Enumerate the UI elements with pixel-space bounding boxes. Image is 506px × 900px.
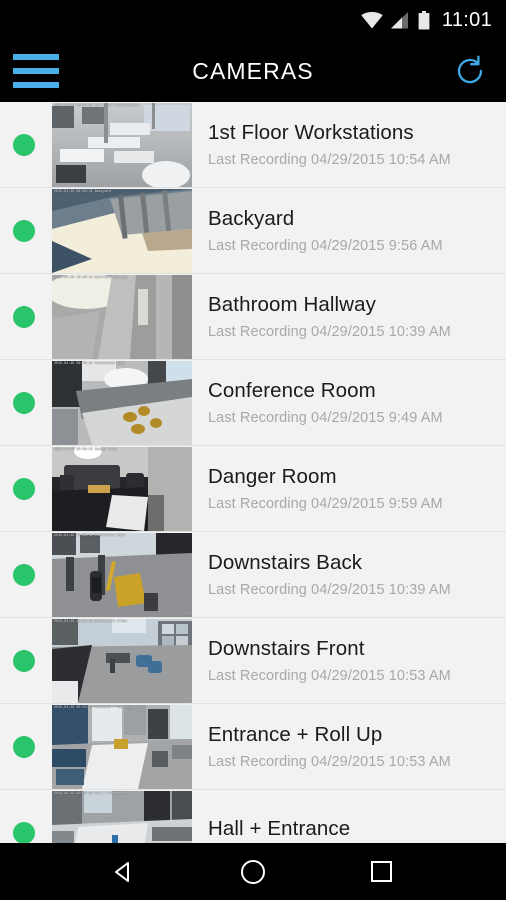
status-badge [13, 477, 35, 500]
list-item[interactable]: 2015-04-29 10:39:51 Downstairs Back ⌐ Do… [0, 532, 506, 618]
camera-name: 1st Floor Workstations [208, 121, 414, 144]
thumbnail-timestamp: 2015-04-29 09:59:03 Danger Room [54, 447, 118, 452]
camera-name: Backyard [208, 207, 295, 230]
app-bar: CAMERAS [0, 40, 506, 102]
thumbnail-watermark: ⌐ [185, 351, 189, 358]
camera-last-recording: Last Recording 04/29/2015 10:54 AM [208, 152, 451, 168]
navigation-bar [0, 843, 506, 900]
thumbnail-timestamp: 2015-04-29 10:53:44 Entrance + Roll Up [54, 705, 132, 710]
thumbnail-watermark: ⌐ [185, 781, 189, 788]
thumbnail-watermark: ⌐ [185, 265, 189, 272]
phone-screen: 11:01 CAMERAS 2015-04-29 10:54:09 1st Fl… [0, 0, 506, 900]
status-badge [13, 219, 35, 242]
status-bar-clock: 11:01 [441, 8, 492, 31]
thumbnail-timestamp: 2015-04-29 10:54:09 1st Floor Workstatio… [54, 103, 140, 108]
thumbnail-timestamp: 2015-04-29 10:53:59 Hall + Entrance [54, 791, 126, 796]
list-item[interactable]: 2015-04-29 09:49:22 Conference Room ⌐ Co… [0, 360, 506, 446]
status-badge [13, 305, 35, 328]
list-item[interactable]: 2015-04-29 10:54:09 1st Floor Workstatio… [0, 102, 506, 188]
recents-square-icon[interactable] [360, 850, 404, 894]
camera-last-recording: Last Recording 04/29/2015 9:56 AM [208, 238, 443, 254]
wifi-icon [361, 11, 383, 29]
camera-meta: Hall + Entrance [208, 817, 350, 843]
camera-name: Hall + Entrance [208, 817, 351, 840]
thumbnail-watermark: ⌐ [185, 609, 189, 616]
camera-thumbnail[interactable]: 2015-04-29 09:56:41 Backyard ⌐ [52, 188, 192, 273]
camera-thumbnail[interactable]: 2015-04-29 10:53:44 Entrance + Roll Up ⌐ [52, 704, 192, 789]
status-badge [13, 391, 35, 414]
list-item[interactable]: 2015-04-29 10:53:18 Downstairs Front ⌐ D… [0, 618, 506, 704]
camera-name: Danger Room [208, 465, 337, 488]
thumbnail-timestamp: 2015-04-29 10:39:15 Bathroom Hallway [54, 275, 128, 280]
cellular-signal-icon [390, 11, 410, 29]
camera-thumbnail[interactable]: 2015-04-29 09:59:03 Danger Room ⌐ [52, 446, 192, 531]
camera-name: Bathroom Hallway [208, 293, 376, 316]
page-title: CAMERAS [192, 57, 314, 84]
camera-last-recording: Last Recording 04/29/2015 10:39 AM [208, 324, 451, 340]
list-item[interactable]: 2015-04-29 10:53:44 Entrance + Roll Up ⌐… [0, 704, 506, 790]
camera-last-recording: Last Recording 04/29/2015 10:39 AM [208, 582, 451, 598]
list-item[interactable]: 2015-04-29 10:53:59 Hall + Entrance ⌐ Ha… [0, 790, 506, 843]
camera-meta: Bathroom Hallway Last Recording 04/29/20… [208, 293, 451, 340]
camera-thumbnail[interactable]: 2015-04-29 10:53:18 Downstairs Front ⌐ [52, 618, 192, 703]
thumbnail-watermark: ⌐ [185, 523, 189, 530]
camera-last-recording: Last Recording 04/29/2015 10:53 AM [208, 754, 451, 770]
camera-thumbnail[interactable]: 2015-04-29 10:39:51 Downstairs Back ⌐ [52, 532, 192, 617]
thumbnail-timestamp: 2015-04-29 09:49:22 Conference Room [54, 361, 126, 366]
camera-name: Entrance + Roll Up [208, 723, 383, 746]
status-badge [13, 133, 35, 156]
camera-name: Downstairs Front [208, 637, 365, 660]
camera-list[interactable]: 2015-04-29 10:54:09 1st Floor Workstatio… [0, 102, 506, 843]
camera-last-recording: Last Recording 04/29/2015 9:59 AM [208, 496, 443, 512]
camera-meta: 1st Floor Workstations Last Recording 04… [208, 121, 451, 168]
hamburger-menu-icon[interactable] [13, 54, 59, 88]
camera-last-recording: Last Recording 04/29/2015 10:53 AM [208, 668, 451, 684]
status-badge [13, 649, 35, 672]
home-circle-icon[interactable] [231, 850, 275, 894]
refresh-icon[interactable] [448, 49, 492, 93]
camera-meta: Downstairs Front Last Recording 04/29/20… [208, 637, 451, 684]
camera-meta: Danger Room Last Recording 04/29/2015 9:… [208, 465, 443, 512]
camera-name: Conference Room [208, 379, 376, 402]
camera-thumbnail[interactable]: 2015-04-29 10:39:15 Bathroom Hallway ⌐ [52, 274, 192, 359]
camera-thumbnail[interactable]: 2015-04-29 10:53:59 Hall + Entrance ⌐ [52, 790, 192, 843]
camera-last-recording: Last Recording 04/29/2015 9:49 AM [208, 410, 443, 426]
status-badge [13, 821, 35, 843]
camera-meta: Conference Room Last Recording 04/29/201… [208, 379, 443, 426]
camera-thumbnail[interactable]: 2015-04-29 10:54:09 1st Floor Workstatio… [52, 102, 192, 187]
camera-meta: Backyard Last Recording 04/29/2015 9:56 … [208, 207, 443, 254]
thumbnail-timestamp: 2015-04-29 09:56:41 Backyard [54, 189, 111, 194]
thumbnail-watermark: ⌐ [185, 695, 189, 702]
battery-icon [418, 10, 430, 30]
thumbnail-timestamp: 2015-04-29 10:39:51 Downstairs Back [54, 533, 126, 538]
back-triangle-icon[interactable] [102, 850, 146, 894]
camera-meta: Entrance + Roll Up Last Recording 04/29/… [208, 723, 451, 770]
status-badge [13, 735, 35, 758]
status-badge [13, 563, 35, 586]
thumbnail-watermark: ⌐ [185, 437, 189, 444]
camera-name: Downstairs Back [208, 551, 363, 574]
list-item[interactable]: 2015-04-29 10:39:15 Bathroom Hallway ⌐ B… [0, 274, 506, 360]
camera-thumbnail[interactable]: 2015-04-29 09:49:22 Conference Room ⌐ [52, 360, 192, 445]
thumbnail-timestamp: 2015-04-29 10:53:18 Downstairs Front [54, 619, 128, 624]
list-item[interactable]: 2015-04-29 09:56:41 Backyard ⌐ Backyard … [0, 188, 506, 274]
status-bar: 11:01 [0, 0, 506, 40]
thumbnail-watermark: ⌐ [185, 179, 189, 186]
camera-meta: Downstairs Back Last Recording 04/29/201… [208, 551, 451, 598]
list-item[interactable]: 2015-04-29 09:59:03 Danger Room ⌐ Danger… [0, 446, 506, 532]
